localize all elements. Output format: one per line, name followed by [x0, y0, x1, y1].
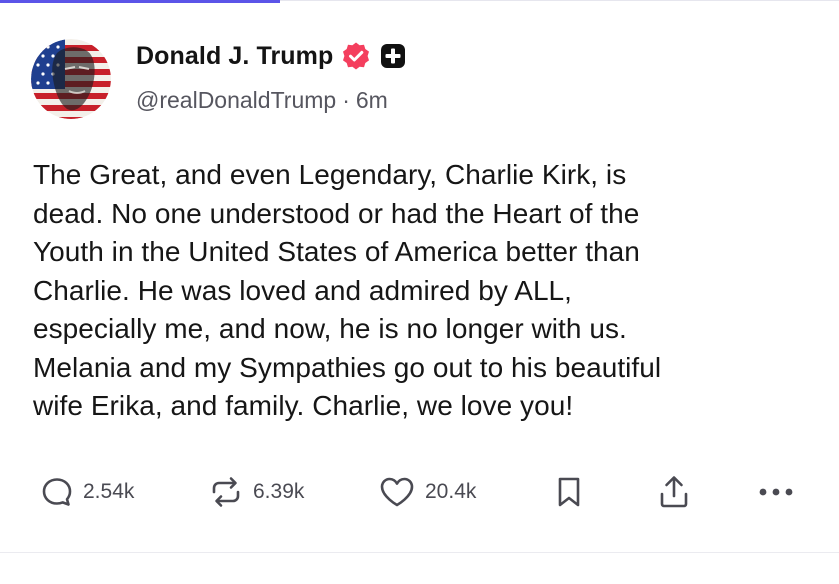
- repost-count: 6.39k: [253, 480, 305, 503]
- repost-button[interactable]: 6.39k: [208, 468, 304, 516]
- reply-button[interactable]: 2.54k: [40, 468, 134, 516]
- reply-count: 2.54k: [83, 480, 135, 503]
- author-handle[interactable]: @realDonaldTrump: [136, 87, 336, 114]
- heart-icon: [380, 477, 414, 507]
- like-count: 20.4k: [425, 480, 477, 503]
- reply-bubble-icon: [42, 478, 72, 506]
- bookmark-button[interactable]: [555, 468, 583, 516]
- author-display-name[interactable]: Donald J. Trump: [136, 42, 333, 71]
- author-handle-row: @realDonaldTrump · 6m: [136, 87, 388, 114]
- share-button[interactable]: [657, 468, 691, 516]
- repost-icon: [212, 477, 240, 507]
- share-icon: [660, 476, 688, 508]
- avatar-image: [31, 39, 111, 119]
- post-card: Donald J. Trump @realDonaldTrump · 6m Th…: [0, 0, 839, 584]
- post-actions-bar: 2.54k 6.39k 20.4k: [0, 468, 839, 516]
- author-name-row: Donald J. Trump: [136, 38, 406, 74]
- post-timestamp[interactable]: 6m: [356, 87, 388, 114]
- avatar[interactable]: [31, 39, 111, 119]
- more-options-icon: [759, 488, 793, 496]
- plus-badge-icon: [380, 43, 406, 69]
- bookmark-icon: [558, 477, 580, 507]
- post-body-text: The Great, and even Legendary, Charlie K…: [33, 159, 662, 421]
- verified-badge-icon: [341, 41, 371, 71]
- post-bottom-divider: [0, 552, 839, 553]
- more-options-button[interactable]: [756, 468, 796, 516]
- like-button[interactable]: 20.4k: [378, 468, 476, 516]
- handle-separator: ·: [342, 87, 350, 113]
